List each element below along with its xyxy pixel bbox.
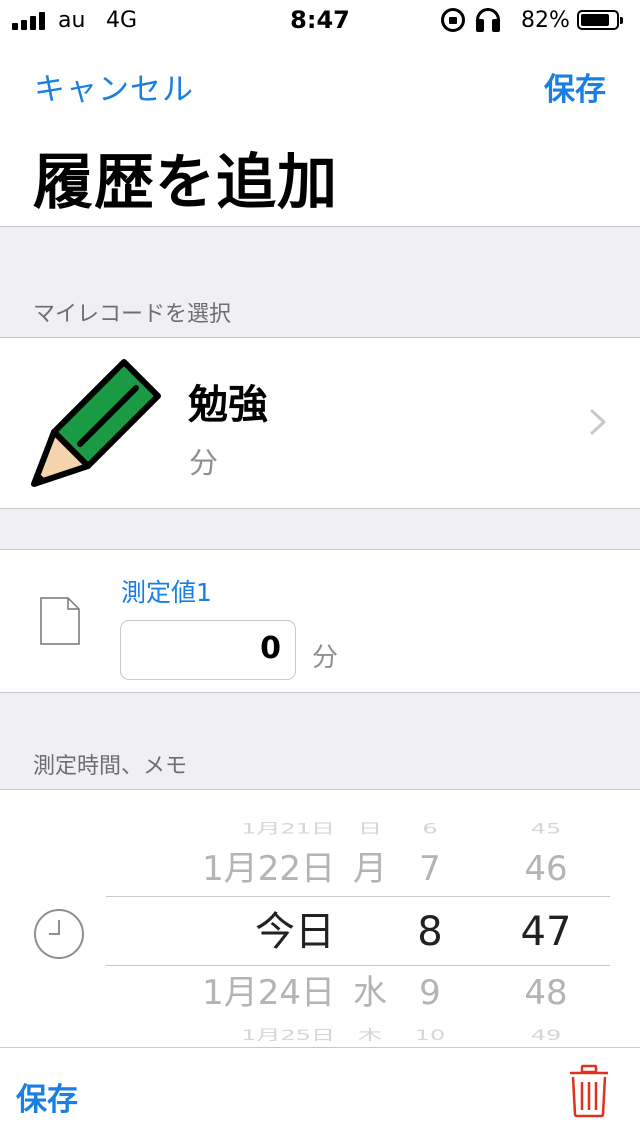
headphones-icon bbox=[474, 8, 504, 32]
page-title: 履歴を追加 bbox=[33, 148, 338, 218]
measurement-label: 測定値1 bbox=[121, 578, 212, 607]
toolbar-divider bbox=[0, 1047, 640, 1048]
clock-icon bbox=[34, 909, 84, 959]
picker-hour[interactable]: 6 bbox=[400, 822, 460, 836]
save-button[interactable]: 保存 bbox=[544, 64, 606, 109]
picker-date[interactable]: 1月25日 bbox=[106, 1028, 335, 1042]
cancel-button[interactable]: キャンセル bbox=[34, 64, 194, 109]
battery-percent: 82% bbox=[521, 8, 570, 33]
pencil-icon bbox=[31, 359, 161, 487]
record-unit: 分 bbox=[189, 446, 219, 480]
picker-weekday[interactable]: 日 bbox=[348, 822, 392, 836]
orientation-lock-icon bbox=[441, 8, 465, 32]
section-header-memo-label: 測定時間、メモ bbox=[33, 754, 188, 779]
picker-minute[interactable]: 49 bbox=[506, 1028, 586, 1042]
divider bbox=[0, 549, 640, 550]
divider bbox=[0, 337, 640, 338]
toolbar-save-button[interactable]: 保存 bbox=[16, 1074, 78, 1119]
picker-date[interactable]: 1月24日 bbox=[106, 976, 335, 1010]
status-bar: au 4G 8:47 82% bbox=[0, 0, 640, 40]
picker-weekday[interactable]: 水 bbox=[348, 976, 392, 1010]
measurement-unit: 分 bbox=[312, 643, 339, 673]
picker-hour[interactable]: 7 bbox=[400, 852, 460, 886]
picker-minute[interactable]: 48 bbox=[506, 976, 586, 1010]
picker-minute[interactable]: 45 bbox=[506, 822, 586, 836]
measurement-input[interactable]: 0 bbox=[120, 620, 296, 680]
picker-hour-selected[interactable]: 8 bbox=[400, 912, 460, 952]
picker-minute-selected[interactable]: 47 bbox=[506, 912, 586, 952]
picker-hour[interactable]: 10 bbox=[400, 1028, 460, 1042]
picker-date[interactable]: 1月21日 bbox=[106, 822, 335, 836]
date-time-picker[interactable]: 1月21日 日 6 45 1月22日 月 7 46 今日 8 47 1月24日 … bbox=[106, 790, 610, 1047]
picker-weekday[interactable]: 月 bbox=[348, 852, 392, 886]
picker-date-selected[interactable]: 今日 bbox=[106, 912, 335, 952]
battery-icon bbox=[577, 10, 623, 30]
document-icon bbox=[40, 597, 80, 645]
picker-date[interactable]: 1月22日 bbox=[106, 852, 335, 886]
picker-minute[interactable]: 46 bbox=[506, 852, 586, 886]
record-name: 勉強 bbox=[188, 382, 268, 428]
chevron-right-icon bbox=[590, 409, 606, 435]
trash-icon[interactable] bbox=[568, 1064, 610, 1118]
picker-hour[interactable]: 9 bbox=[400, 976, 460, 1010]
section-spacer bbox=[0, 509, 640, 549]
section-header-record-label: マイレコードを選択 bbox=[33, 302, 232, 327]
picker-weekday[interactable]: 木 bbox=[348, 1028, 392, 1042]
